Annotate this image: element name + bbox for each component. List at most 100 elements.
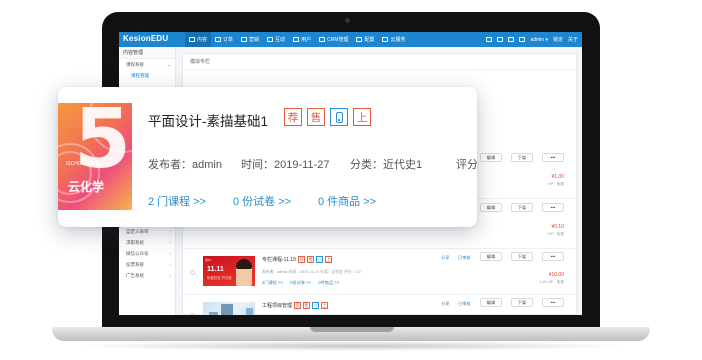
user-menu[interactable]: admin ▾ [530, 37, 548, 43]
nav-item-3[interactable]: 互动 [263, 32, 289, 47]
reviewed-link[interactable]: 已审核 [458, 301, 471, 307]
unlist-button[interactable]: 下架 [511, 153, 533, 162]
course-name[interactable]: 专栏课程-11.19 荐 售 ▯ 上 [262, 256, 332, 263]
chevron-down-icon: ⌄ [166, 61, 171, 68]
nav-item-2[interactable]: 营销 [237, 32, 263, 47]
unlist-button[interactable]: 下架 [511, 298, 533, 307]
order-icon [215, 37, 222, 42]
recommend-badge: 荐 [284, 108, 302, 126]
sidebar-item-label: 课程管理 [131, 72, 149, 78]
course-badges: 荐 售 上 [284, 108, 371, 126]
thumb-big-text: 云化学 [68, 180, 105, 194]
laptop-camera [345, 18, 350, 23]
mobile-icon[interactable] [508, 37, 515, 42]
goods-count-link[interactable]: 0件商品 >> [318, 280, 339, 285]
course-time: 时间：2019-11-27 [241, 159, 330, 171]
sidebar-item-ads[interactable]: 广告系统 › [119, 270, 175, 281]
nav-item-label: 营销 [249, 37, 260, 43]
goods-count-link[interactable]: 0 件商品 >> [318, 193, 376, 209]
thumb-number: 5 [74, 103, 132, 187]
laptop-shadow [70, 341, 632, 351]
mobile-tag: ▯ [312, 302, 320, 309]
nav-item-6[interactable]: 配置 [352, 32, 378, 47]
online-tag: 上 [321, 302, 329, 309]
nav-item-label: 云服务 [390, 37, 406, 43]
sidebar-title: 内容管理 [119, 47, 175, 59]
nav-item-7[interactable]: 云服务 [378, 32, 409, 47]
app-logo: KesionEDU [123, 34, 169, 43]
course-name-text: 工程项目管理 [262, 303, 293, 309]
course-title[interactable]: 平面设计-素描基础1 [148, 110, 268, 130]
laptop-notch [310, 327, 394, 332]
row-price: ¥10.00 [548, 272, 564, 278]
unlist-button[interactable]: 下架 [511, 203, 533, 212]
edit-button[interactable]: 编辑 [480, 298, 502, 307]
share-link[interactable]: 分享 [441, 301, 449, 307]
row-checkbox[interactable] [190, 313, 195, 315]
sidebar-item-vote[interactable]: 投票系统 › [119, 259, 175, 270]
table-row: 双11 11.11 年度狂欢 节日惠 专栏课程-11.19 荐 售 ▯ 上 发布… [183, 252, 578, 286]
cloud-icon [382, 37, 389, 42]
chat-icon [267, 37, 274, 42]
monitor-icon[interactable] [497, 37, 504, 42]
about-link[interactable]: 关于 [568, 36, 578, 43]
nav-item-5[interactable]: CRM管理 [315, 32, 352, 47]
row-price: ¥0.10 [551, 224, 564, 230]
sidebar-item-wechat[interactable]: 微信公众号 › [119, 248, 175, 259]
more-button[interactable]: ••• [542, 203, 564, 212]
thumb-building [246, 308, 253, 315]
course-thumbnail[interactable] [203, 302, 255, 315]
more-button[interactable]: ••• [542, 252, 564, 261]
more-button[interactable]: ••• [542, 298, 564, 307]
exam-count-link[interactable]: 0份试卷 >> [290, 280, 311, 285]
topbar-right: admin ▾ 锁定 关于 [486, 32, 578, 47]
reviewed-link[interactable]: 已审核 [458, 255, 471, 261]
sidebar-item-jobs[interactable]: 求职系统 › [119, 237, 175, 248]
thumb-headline: 11.11 [207, 266, 224, 273]
nav-item-label: 用户 [301, 37, 312, 43]
sidebar-item-forms[interactable]: 自定义表单 › [119, 226, 175, 237]
edit-button[interactable]: 编辑 [480, 153, 502, 162]
sidebar-item-label: 投票系统 [126, 261, 144, 267]
course-category: 分类：近代史1 [350, 159, 423, 171]
thumb-figure-hair [236, 259, 252, 269]
nav-item-1[interactable]: 订单 [211, 32, 237, 47]
course-links: 2门课程 >> 0份试卷 >> 0件商品 >> [262, 280, 345, 286]
tag-icon [241, 37, 248, 42]
unlist-button[interactable]: 下架 [511, 252, 533, 261]
sale-badge: 售 [307, 108, 325, 126]
more-button[interactable]: ••• [542, 153, 564, 162]
exam-count-link[interactable]: 0 份试卷 >> [233, 193, 291, 209]
nav-item-4[interactable]: 用户 [289, 32, 315, 47]
course-thumbnail[interactable]: 双11 11.11 年度狂欢 节日惠 [203, 256, 255, 286]
main-nav: 内容 订单 营销 互动 用户 CRM管理 配置 云服务 [185, 32, 410, 47]
course-rating: 评分 [456, 159, 477, 171]
home-icon[interactable] [486, 37, 493, 42]
course-name[interactable]: 工程项目管理 荐 售 ▯ 上 [262, 302, 329, 309]
nav-item-label: 内容 [197, 37, 208, 43]
content-icon [189, 37, 195, 42]
course-card-zoom[interactable]: 5 ISCHOOL 2021 云化学 平面设计-素描基础1 荐 售 上 发布者：… [58, 87, 477, 227]
sidebar-item-label: 课程系统 [126, 61, 144, 67]
recommend-tag: 荐 [294, 302, 302, 309]
row-price: ¥1.00 [551, 174, 564, 180]
edit-button[interactable]: 编辑 [480, 203, 502, 212]
course-count-link[interactable]: 2门课程 >> [262, 280, 283, 285]
panel-title: 模拟专栏 [183, 54, 576, 70]
share-link[interactable]: 分享 [441, 255, 449, 261]
nav-item-label: 互动 [275, 37, 286, 43]
sidebar-item-course-manage[interactable]: 课程管理 [119, 70, 175, 81]
lock-link[interactable]: 锁定 [553, 36, 563, 43]
edit-button[interactable]: 编辑 [480, 252, 502, 261]
row-divider [183, 294, 578, 295]
sidebar-item-course-system[interactable]: 课程系统 ⌄ [119, 59, 175, 70]
row-checkbox[interactable] [190, 270, 195, 275]
course-publisher: 发布者：admin [148, 159, 222, 171]
row-divider [183, 248, 578, 249]
user-icon [293, 37, 300, 42]
refresh-icon[interactable] [519, 37, 526, 42]
course-card-thumbnail[interactable]: 5 ISCHOOL 2021 云化学 [58, 103, 132, 210]
nav-item-0[interactable]: 内容 [185, 32, 212, 47]
thumb-small-text: ISCHOOL 2021 [66, 161, 101, 167]
course-count-link[interactable]: 2 门课程 >> [148, 193, 206, 209]
